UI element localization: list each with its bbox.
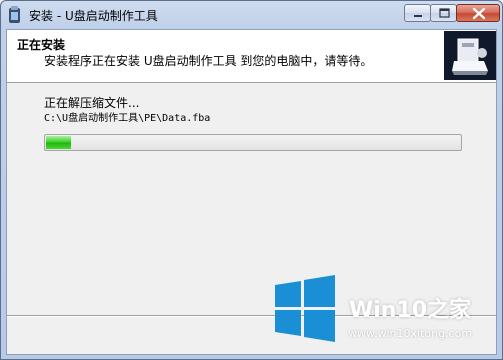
- watermark-url: www.win10xitong.com: [348, 327, 473, 340]
- current-file-path: C:\U盘启动制作工具\PE\Data.fba: [44, 113, 211, 124]
- close-button[interactable]: [456, 4, 500, 22]
- app-icon: [9, 6, 20, 23]
- page-title: 正在安装: [17, 38, 66, 52]
- windows-logo: [275, 275, 335, 342]
- wizard-header: 正在安装 安装程序正在安装 U盘启动制作工具 到您的电脑中，请等待。: [7, 30, 496, 83]
- installer-logo: [444, 31, 496, 80]
- window-title: 安装 - U盘启动制作工具: [29, 9, 158, 23]
- minimize-icon: [414, 15, 422, 17]
- install-progress-bar: [44, 134, 462, 151]
- progress-bar-fill: [46, 136, 71, 149]
- watermark-brand: Win10之家: [349, 298, 472, 323]
- installer-window: 安装 - U盘启动制作工具 正在安装 安装程序正在安装 U盘启动制作工具 到您的…: [0, 0, 503, 360]
- minimize-button[interactable]: [404, 4, 431, 22]
- maximize-button[interactable]: [430, 4, 457, 22]
- watermark: Win10之家 www.win10xitong.com: [269, 271, 503, 353]
- maximize-icon: [439, 8, 450, 18]
- close-icon: [472, 7, 486, 20]
- page-subtitle: 安装程序正在安装 U盘启动制作工具 到您的电脑中，请等待。: [44, 54, 373, 68]
- title-bar[interactable]: 安装 - U盘启动制作工具: [1, 1, 502, 29]
